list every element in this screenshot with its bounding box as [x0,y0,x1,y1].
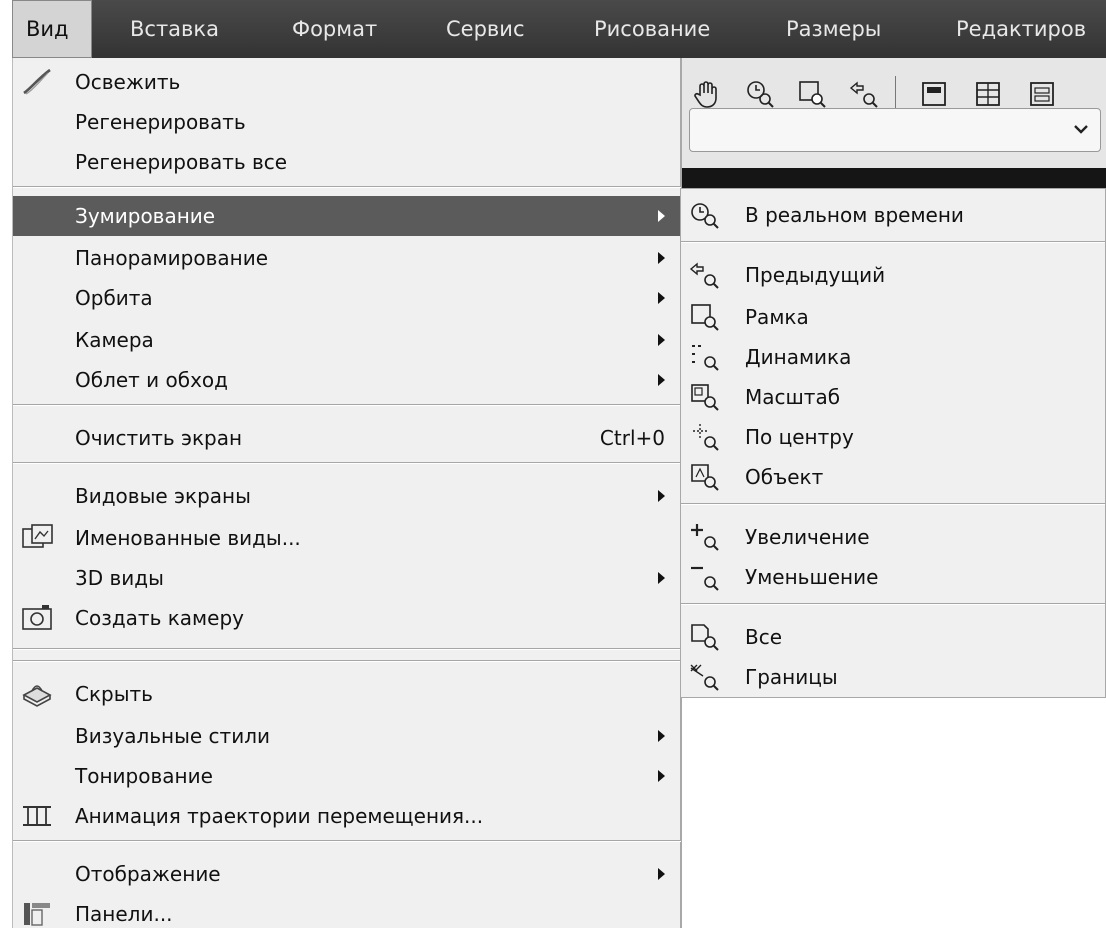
menu-item-zoom[interactable]: Зумирование [13,196,681,236]
menu-item-create-camera[interactable]: Создать камеру [13,598,681,638]
properties-icon[interactable] [918,78,950,110]
menu-servis[interactable]: Сервис [446,0,524,58]
create-camera-icon [19,602,55,634]
menu-bar: Вид Вставка Формат Сервис Рисование Разм… [12,0,1106,58]
submenu-item-realtime[interactable]: В реальном времени [681,195,1105,235]
design-center-icon[interactable] [972,78,1004,110]
screen: Вид Вставка Формат Сервис Рисование Разм… [0,0,1106,928]
menu-separator [13,462,681,464]
menu-risovanie[interactable]: Рисование [594,0,710,58]
view-menu-dropdown: Освежить Регенерировать Регенерировать в… [12,58,682,928]
menu-item-viewports[interactable]: Видовые экраны [13,476,681,516]
submenu-item-object[interactable]: Объект [681,457,1105,497]
zoom-window-icon[interactable] [796,78,828,110]
menu-separator [13,840,681,842]
submenu-arrow-icon [658,292,665,304]
menu-item-regen[interactable]: Регенерировать [13,102,681,142]
submenu-arrow-icon [658,252,665,264]
submenu-arrow-icon [658,770,665,782]
toolbar-separator [895,76,896,112]
zoom-center-icon [685,421,725,453]
submenu-arrow-icon [658,374,665,386]
menu-item-redraw[interactable]: Освежить [13,62,681,102]
menu-item-visual-styles[interactable]: Визуальные стили [13,716,681,756]
submenu-item-all[interactable]: Все [681,617,1105,657]
menu-vstavka[interactable]: Вставка [130,0,219,58]
zoom-previous-icon[interactable] [848,78,880,110]
zoom-submenu: В реальном времени Предыдущий Рамка Дина… [680,188,1106,698]
motion-path-icon [19,800,55,832]
menu-item-pan[interactable]: Панорамирование [13,238,681,278]
submenu-item-center[interactable]: По центру [681,417,1105,457]
submenu-item-zoom-in[interactable]: Увеличение [681,517,1105,557]
zoom-realtime-icon [685,199,725,231]
menu-item-motion-path[interactable]: Анимация траектории перемещения... [13,796,681,836]
menu-format[interactable]: Формат [292,0,377,58]
menu-item-clean-screen[interactable]: Очистить экран Ctrl+0 [13,418,681,458]
hide-icon [19,678,55,710]
submenu-arrow-icon [658,210,665,222]
zoom-object-icon [685,461,725,493]
submenu-arrow-icon [658,490,665,502]
menu-razmery[interactable]: Размеры [786,0,881,58]
menu-item-3d-views[interactable]: 3D виды [13,558,681,598]
submenu-item-extents[interactable]: Границы [681,657,1105,697]
submenu-arrow-icon [658,572,665,584]
menu-item-hide[interactable]: Скрыть [13,674,681,714]
submenu-separator [681,503,1105,505]
zoom-previous-icon [685,259,725,291]
drawing-area-edge [680,168,1106,188]
menu-separator [13,404,681,406]
menu-separator [13,660,681,662]
submenu-arrow-icon [658,730,665,742]
menu-separator [13,186,681,188]
chevron-down-icon[interactable] [1070,118,1092,140]
tool-palette-icon[interactable] [1026,78,1058,110]
menu-item-display[interactable]: Отображение [13,854,681,894]
zoom-scale-icon [685,381,725,413]
zoom-in-icon [685,521,725,553]
submenu-item-scale[interactable]: Масштаб [681,377,1105,417]
submenu-arrow-icon [658,334,665,346]
zoom-all-icon [685,621,725,653]
zoom-window-icon [685,301,725,333]
redraw-brush-icon [19,66,55,98]
submenu-item-dynamic[interactable]: Динамика [681,337,1105,377]
submenu-arrow-icon [658,868,665,880]
menu-item-orbit[interactable]: Орбита [13,278,681,318]
menu-item-regen-all[interactable]: Регенерировать все [13,142,681,182]
menu-item-walk-fly[interactable]: Облет и обход [13,360,681,400]
toolbar-combobox[interactable] [689,108,1101,152]
menu-item-render[interactable]: Тонирование [13,756,681,796]
menu-vid[interactable]: Вид [12,0,92,58]
submenu-item-previous[interactable]: Предыдущий [681,255,1105,295]
menu-item-toolbars[interactable]: Панели... [13,894,681,928]
shortcut-label: Ctrl+0 [599,426,665,450]
menu-item-named-views[interactable]: Именованные виды... [13,518,681,558]
submenu-item-zoom-out[interactable]: Уменьшение [681,557,1105,597]
menu-redaktirovanie[interactable]: Редактиров [956,0,1086,58]
submenu-item-window[interactable]: Рамка [681,297,1105,337]
menu-item-camera[interactable]: Камера [13,320,681,360]
zoom-realtime-icon[interactable] [744,78,776,110]
submenu-separator [681,603,1105,605]
zoom-dynamic-icon [685,341,725,373]
pan-hand-icon[interactable] [690,78,722,110]
toolbars-icon [19,898,55,928]
zoom-out-icon [685,561,725,593]
named-views-icon [19,522,55,554]
submenu-separator [681,241,1105,243]
zoom-extents-icon [685,661,725,693]
menu-separator [13,648,681,650]
